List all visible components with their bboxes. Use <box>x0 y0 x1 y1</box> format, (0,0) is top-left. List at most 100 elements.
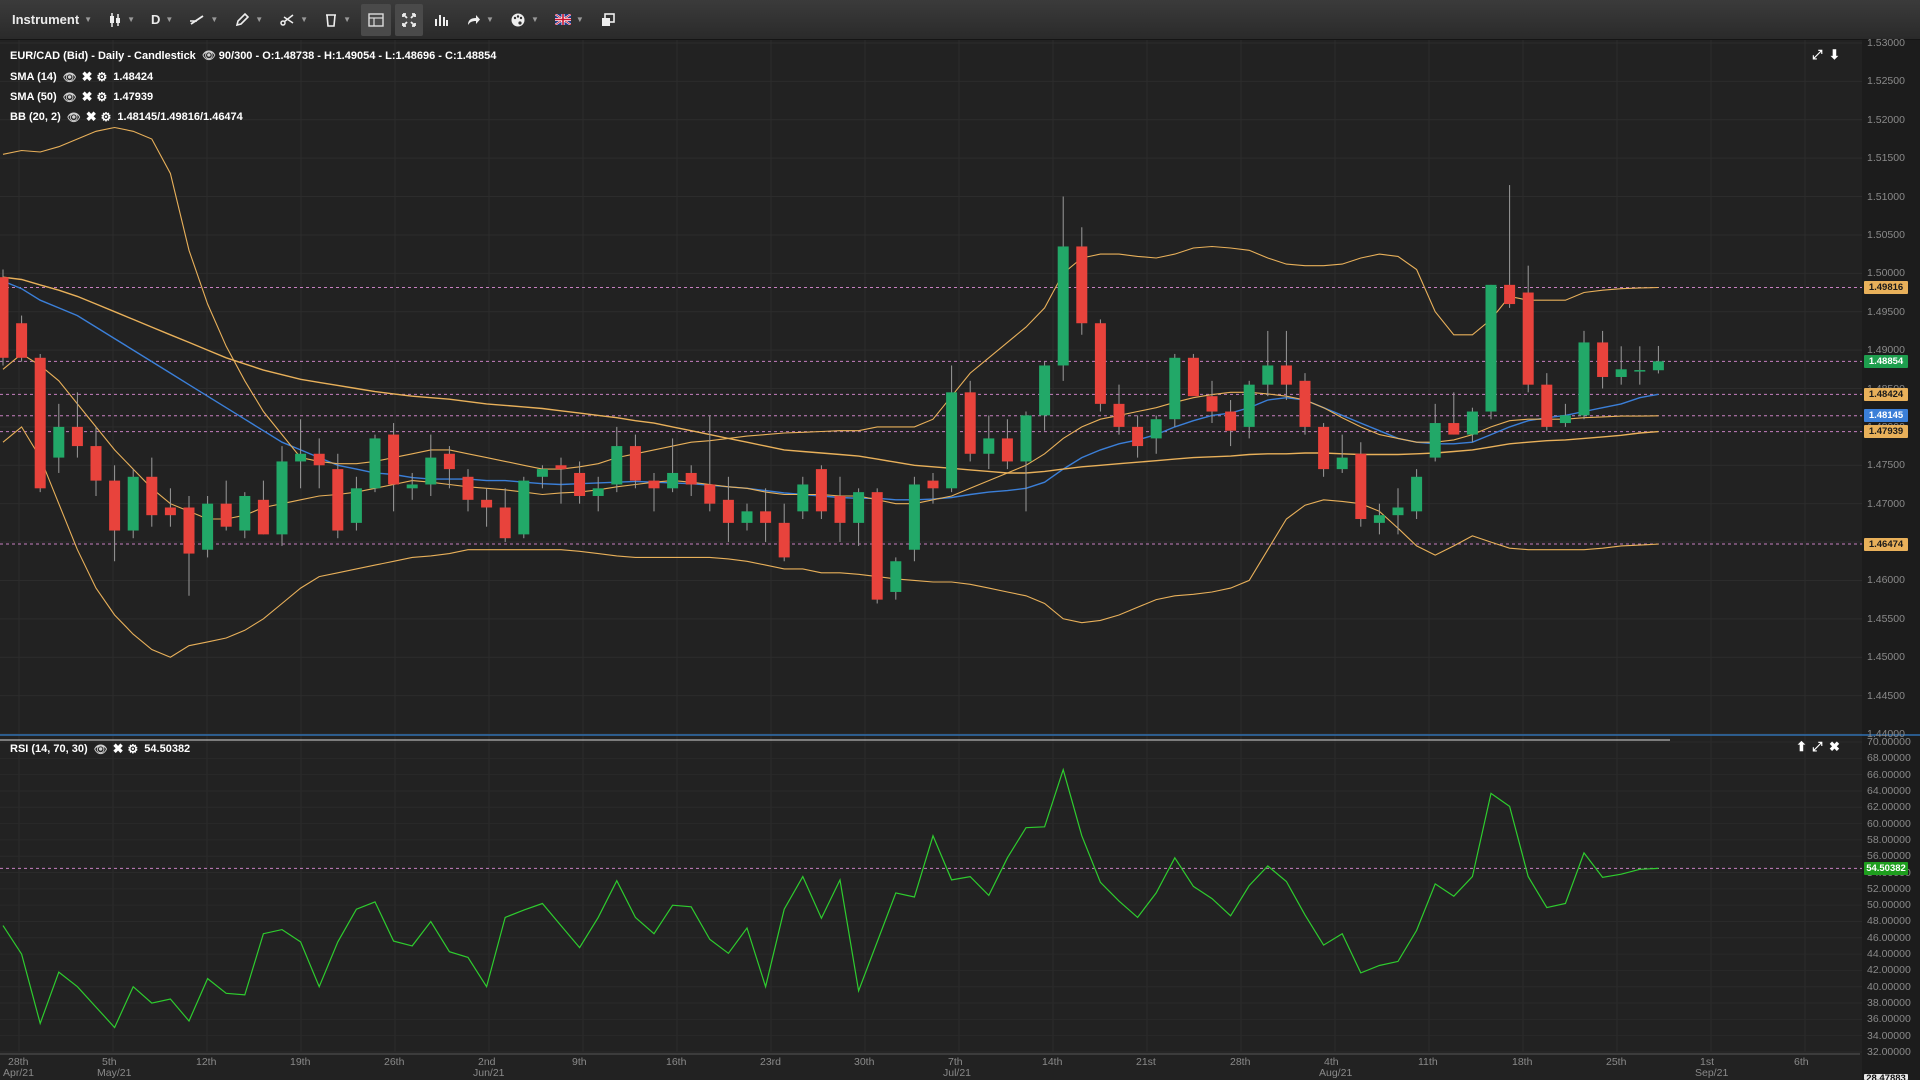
close-icon[interactable]: ✖ <box>82 89 93 105</box>
indicators-button[interactable] <box>427 4 455 36</box>
candle-down <box>1113 403 1125 427</box>
gear-icon[interactable]: ⚙ <box>97 90 108 104</box>
eye-icon[interactable]: 👁 <box>63 91 77 104</box>
date-label: 11th <box>1418 1056 1438 1068</box>
delete-tool-dropdown[interactable]: ▼ <box>318 4 357 36</box>
share-dropdown[interactable]: ▼ <box>459 4 500 36</box>
fit-chart-button[interactable] <box>395 3 424 36</box>
rsi-axis-label: 46.00000 <box>1867 931 1911 944</box>
candle-down <box>1318 426 1330 470</box>
sma50-legend: SMA (50) 👁 ✖ ⚙ 1.47939 <box>10 89 153 105</box>
candle-up <box>1559 415 1571 424</box>
candle-up <box>592 488 604 496</box>
rsi-axis-label: 34.00000 <box>1867 1029 1911 1042</box>
candle-up <box>1392 507 1404 516</box>
candle-up <box>518 480 530 535</box>
candle-down <box>1522 292 1534 385</box>
candle-down <box>834 495 846 523</box>
eye-icon[interactable]: 👁 <box>94 743 108 756</box>
close-icon[interactable]: ✖ <box>113 741 124 757</box>
price-axis-label: 1.45500 <box>1867 612 1905 625</box>
candle-down <box>1280 365 1292 385</box>
price-tag: 1.49816 <box>1864 280 1908 294</box>
eye-icon[interactable]: 👁 <box>202 49 216 62</box>
price-axis-label: 1.46000 <box>1867 574 1905 587</box>
date-label: 9th <box>572 1056 587 1068</box>
instrument-dropdown[interactable]: Instrument ▼ <box>6 4 98 36</box>
candle-down <box>704 484 716 504</box>
rsi-axis-label: 68.00000 <box>1867 752 1911 765</box>
gear-icon[interactable]: ⚙ <box>97 70 108 84</box>
language-dropdown[interactable]: ▼ <box>549 4 590 36</box>
candle-up <box>797 484 809 512</box>
close-icon[interactable]: ✖ <box>86 109 97 125</box>
candle-down <box>1132 426 1144 447</box>
candle-down <box>0 277 9 358</box>
arrow-down-icon[interactable]: ⬇ <box>1829 47 1840 63</box>
date-label: 30th <box>854 1056 875 1068</box>
gear-icon[interactable]: ⚙ <box>101 110 112 124</box>
price-tag: 1.48424 <box>1864 387 1908 401</box>
candle-down <box>555 465 567 470</box>
indicator-value: 1.48424 <box>113 71 154 83</box>
maximize-pane-icon[interactable]: ⤢ <box>1812 739 1822 755</box>
rsi-axis-label: 36.00000 <box>1867 1013 1911 1026</box>
timeframe-label: D <box>151 12 161 27</box>
timeframe-dropdown[interactable]: D ▼ <box>145 4 179 36</box>
maximize-pane-icon[interactable]: ⤢ <box>1812 47 1822 63</box>
price-axis-label: 1.47000 <box>1867 497 1905 510</box>
candle-down <box>722 499 734 523</box>
candle-up <box>1039 365 1051 416</box>
detach-window-button[interactable] <box>594 4 622 36</box>
candle-up <box>536 469 548 477</box>
rsi-value-tag: 54.50382 <box>1864 861 1908 875</box>
price-axis-label: 1.51000 <box>1867 190 1905 203</box>
candle-up <box>1057 246 1069 366</box>
eye-icon[interactable]: 👁 <box>63 71 77 84</box>
month-label: Aug/21 <box>1319 1067 1353 1079</box>
candle-up <box>406 484 418 489</box>
drawing-line-dropdown[interactable]: ▼ <box>183 4 224 36</box>
candle-down <box>778 522 790 558</box>
price-chart-canvas[interactable] <box>0 40 1920 1080</box>
candle-up <box>890 561 902 592</box>
candle-up <box>369 438 381 489</box>
candle-down <box>871 492 883 600</box>
candle-up <box>425 457 437 485</box>
indicator-name: SMA (14) <box>10 71 57 83</box>
candle-up <box>908 484 920 550</box>
candle-up <box>1169 357 1181 420</box>
candle-up <box>1485 284 1497 412</box>
price-axis-label: 1.52500 <box>1867 75 1905 88</box>
chart-background <box>0 40 1920 1080</box>
candle-up <box>1336 457 1348 470</box>
close-icon[interactable]: ✖ <box>82 69 93 85</box>
chart-area[interactable]: EUR/CAD (Bid) - Daily - Candlestick 👁 90… <box>0 37 1920 1080</box>
candle-up <box>1411 476 1423 512</box>
theme-dropdown[interactable]: ▼ <box>504 4 545 36</box>
gear-icon[interactable]: ⚙ <box>128 742 139 756</box>
layout-button[interactable] <box>361 3 392 36</box>
price-axis-label: 1.50000 <box>1867 267 1905 280</box>
candle-up <box>350 488 362 523</box>
candle-up <box>202 503 214 550</box>
pencil-tool-dropdown[interactable]: ▼ <box>228 4 269 36</box>
price-axis-label: 1.53000 <box>1867 37 1905 49</box>
candle-down <box>164 507 176 516</box>
month-label: Apr/21 <box>3 1067 34 1079</box>
candle-down <box>1076 246 1088 324</box>
eye-icon[interactable]: 👁 <box>67 111 81 124</box>
arrow-up-icon[interactable]: ⬆ <box>1796 739 1807 755</box>
candle-down <box>34 357 46 489</box>
date-label: 12th <box>196 1056 217 1068</box>
sma14-legend: SMA (14) 👁 ✖ ⚙ 1.48424 <box>10 69 153 85</box>
date-label: 16th <box>666 1056 687 1068</box>
candle-down <box>1355 453 1367 520</box>
chevron-down-icon: ▼ <box>165 15 174 24</box>
candle-down <box>183 507 195 554</box>
rsi-axis-label: 58.00000 <box>1867 833 1911 846</box>
close-icon[interactable]: ✖ <box>1829 739 1840 755</box>
chart-type-dropdown[interactable]: ▼ <box>102 4 141 36</box>
scissors-tool-dropdown[interactable]: ▼ <box>273 4 314 36</box>
candle-up <box>853 492 865 523</box>
